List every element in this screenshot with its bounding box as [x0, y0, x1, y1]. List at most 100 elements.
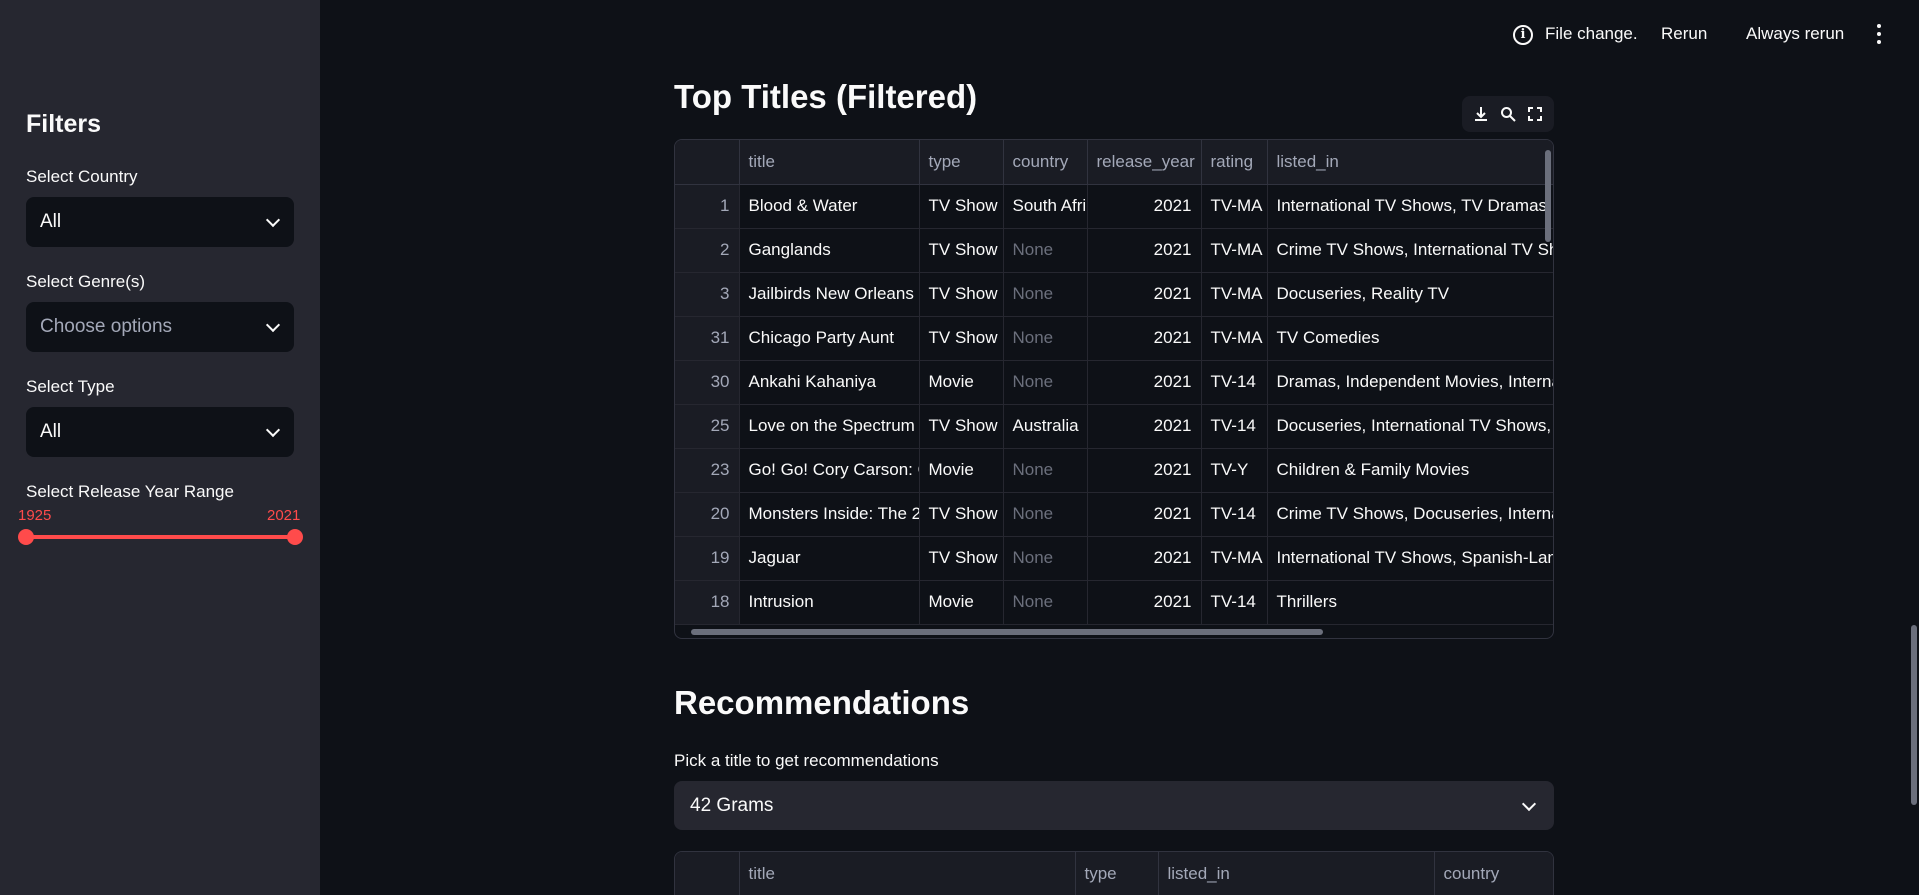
year-min-handle[interactable] [18, 529, 34, 545]
cell-country[interactable]: None [1003, 272, 1088, 317]
recommendations-table[interactable]: title type listed_in country [674, 851, 1554, 895]
table-row[interactable]: 25 Love on the Spectrum TV Show Australi… [675, 404, 1553, 449]
cell-listed-in[interactable]: Crime TV Shows, International TV Shows, … [1267, 228, 1553, 273]
top-titles-table[interactable]: title type country release_year rating l… [674, 139, 1554, 639]
always-rerun-button[interactable]: Always rerun [1746, 24, 1844, 44]
cell-type[interactable]: Movie [919, 580, 1004, 625]
cell-rating[interactable]: TV-14 [1201, 360, 1268, 405]
cell-listed-in[interactable]: Thrillers [1267, 580, 1553, 625]
cell-type[interactable]: Movie [919, 360, 1004, 405]
cell-type[interactable]: TV Show [919, 404, 1004, 449]
title-select[interactable]: 42 Grams [674, 781, 1554, 830]
type-select[interactable]: All [26, 407, 294, 457]
cell-listed-in[interactable]: International TV Shows, TV Dramas, TV My… [1267, 184, 1553, 229]
cell-listed-in[interactable]: TV Comedies [1267, 316, 1553, 361]
cell-rating[interactable]: TV-MA [1201, 316, 1268, 361]
year-range-track[interactable] [26, 535, 296, 539]
cell-type[interactable]: Movie [919, 448, 1004, 493]
country-select[interactable]: All [26, 197, 294, 247]
cell-listed-in[interactable]: International TV Shows, Spanish-Language… [1267, 536, 1553, 581]
column-header[interactable]: country [1434, 852, 1553, 895]
cell-rating[interactable]: TV-MA [1201, 228, 1268, 273]
cell-type[interactable]: TV Show [919, 228, 1004, 273]
column-header[interactable]: listed_in [1267, 140, 1553, 185]
cell-release-year[interactable]: 2021 [1087, 448, 1202, 493]
cell-release-year[interactable]: 2021 [1087, 272, 1202, 317]
cell-country[interactable]: None [1003, 536, 1088, 581]
cell-title[interactable]: Ankahi Kahaniya [739, 360, 920, 405]
column-header[interactable] [675, 140, 740, 185]
column-header[interactable] [675, 852, 740, 895]
cell-title[interactable]: Chicago Party Aunt [739, 316, 920, 361]
more-vertical-icon[interactable] [1876, 24, 1882, 46]
page-scrollbar[interactable] [1911, 625, 1917, 805]
search-icon[interactable] [1499, 105, 1517, 123]
column-header[interactable]: country [1003, 140, 1088, 185]
cell-country[interactable]: None [1003, 492, 1088, 537]
fullscreen-icon[interactable] [1526, 105, 1544, 123]
cell-title[interactable]: Ganglands [739, 228, 920, 273]
cell-release-year[interactable]: 2021 [1087, 580, 1202, 625]
table-row[interactable]: 18 Intrusion Movie None 2021 TV-14 Thril… [675, 580, 1553, 625]
cell-rating[interactable]: TV-14 [1201, 404, 1268, 449]
vertical-scrollbar[interactable] [1545, 150, 1551, 242]
cell-type[interactable]: TV Show [919, 316, 1004, 361]
cell-rating[interactable]: TV-MA [1201, 184, 1268, 229]
download-icon[interactable] [1472, 105, 1490, 123]
table-row[interactable]: 19 Jaguar TV Show None 2021 TV-MA Intern… [675, 536, 1553, 581]
cell-listed-in[interactable]: Crime TV Shows, Docuseries, Internationa… [1267, 492, 1553, 537]
cell-country[interactable]: None [1003, 580, 1088, 625]
cell-country[interactable]: None [1003, 228, 1088, 273]
horizontal-scrollbar[interactable] [691, 629, 1323, 635]
cell-type[interactable]: TV Show [919, 492, 1004, 537]
cell-release-year[interactable]: 2021 [1087, 184, 1202, 229]
cell-rating[interactable]: TV-Y [1201, 448, 1268, 493]
column-header[interactable]: listed_in [1158, 852, 1435, 895]
cell-country[interactable]: None [1003, 316, 1088, 361]
table-row[interactable]: 23 Go! Go! Cory Carson: Chrissy Takes th… [675, 448, 1553, 493]
cell-release-year[interactable]: 2021 [1087, 316, 1202, 361]
cell-rating[interactable]: TV-14 [1201, 580, 1268, 625]
cell-type[interactable]: TV Show [919, 184, 1004, 229]
cell-type[interactable]: TV Show [919, 272, 1004, 317]
cell-country[interactable]: South Africa [1003, 184, 1088, 229]
cell-release-year[interactable]: 2021 [1087, 360, 1202, 405]
table-row[interactable]: 31 Chicago Party Aunt TV Show None 2021 … [675, 316, 1553, 361]
rerun-button[interactable]: Rerun [1661, 24, 1707, 44]
cell-title[interactable]: Jaguar [739, 536, 920, 581]
cell-rating[interactable]: TV-MA [1201, 536, 1268, 581]
genre-multiselect[interactable]: Choose options [26, 302, 294, 352]
cell-title[interactable]: Jailbirds New Orleans [739, 272, 920, 317]
table-row[interactable]: 30 Ankahi Kahaniya Movie None 2021 TV-14… [675, 360, 1553, 405]
table-row[interactable]: 20 Monsters Inside: The 24 Faces of Bill… [675, 492, 1553, 537]
cell-country[interactable]: Australia [1003, 404, 1088, 449]
cell-listed-in[interactable]: Docuseries, International TV Shows, Real… [1267, 404, 1553, 449]
cell-title[interactable]: Blood & Water [739, 184, 920, 229]
cell-release-year[interactable]: 2021 [1087, 492, 1202, 537]
cell-title[interactable]: Monsters Inside: The 24 Faces of Billy M… [739, 492, 920, 537]
table-row[interactable]: 2 Ganglands TV Show None 2021 TV-MA Crim… [675, 228, 1553, 273]
cell-release-year[interactable]: 2021 [1087, 536, 1202, 581]
cell-release-year[interactable]: 2021 [1087, 228, 1202, 273]
column-header[interactable]: type [919, 140, 1004, 185]
cell-country[interactable]: None [1003, 448, 1088, 493]
cell-rating[interactable]: TV-14 [1201, 492, 1268, 537]
cell-rating[interactable]: TV-MA [1201, 272, 1268, 317]
cell-listed-in[interactable]: Children & Family Movies [1267, 448, 1553, 493]
year-max-handle[interactable] [287, 529, 303, 545]
cell-title[interactable]: Go! Go! Cory Carson: Chrissy Takes the W… [739, 448, 920, 493]
column-header[interactable]: title [739, 140, 920, 185]
cell-listed-in[interactable]: Dramas, Independent Movies, Internationa… [1267, 360, 1553, 405]
table-row[interactable]: 3 Jailbirds New Orleans TV Show None 202… [675, 272, 1553, 317]
cell-country[interactable]: None [1003, 360, 1088, 405]
cell-listed-in[interactable]: Docuseries, Reality TV [1267, 272, 1553, 317]
table-row[interactable]: 1 Blood & Water TV Show South Africa 202… [675, 184, 1553, 229]
column-header[interactable]: release_year [1087, 140, 1202, 185]
cell-release-year[interactable]: 2021 [1087, 404, 1202, 449]
cell-type[interactable]: TV Show [919, 536, 1004, 581]
cell-title[interactable]: Intrusion [739, 580, 920, 625]
column-header[interactable]: title [739, 852, 1076, 895]
cell-title[interactable]: Love on the Spectrum [739, 404, 920, 449]
column-header[interactable]: type [1075, 852, 1159, 895]
column-header[interactable]: rating [1201, 140, 1268, 185]
